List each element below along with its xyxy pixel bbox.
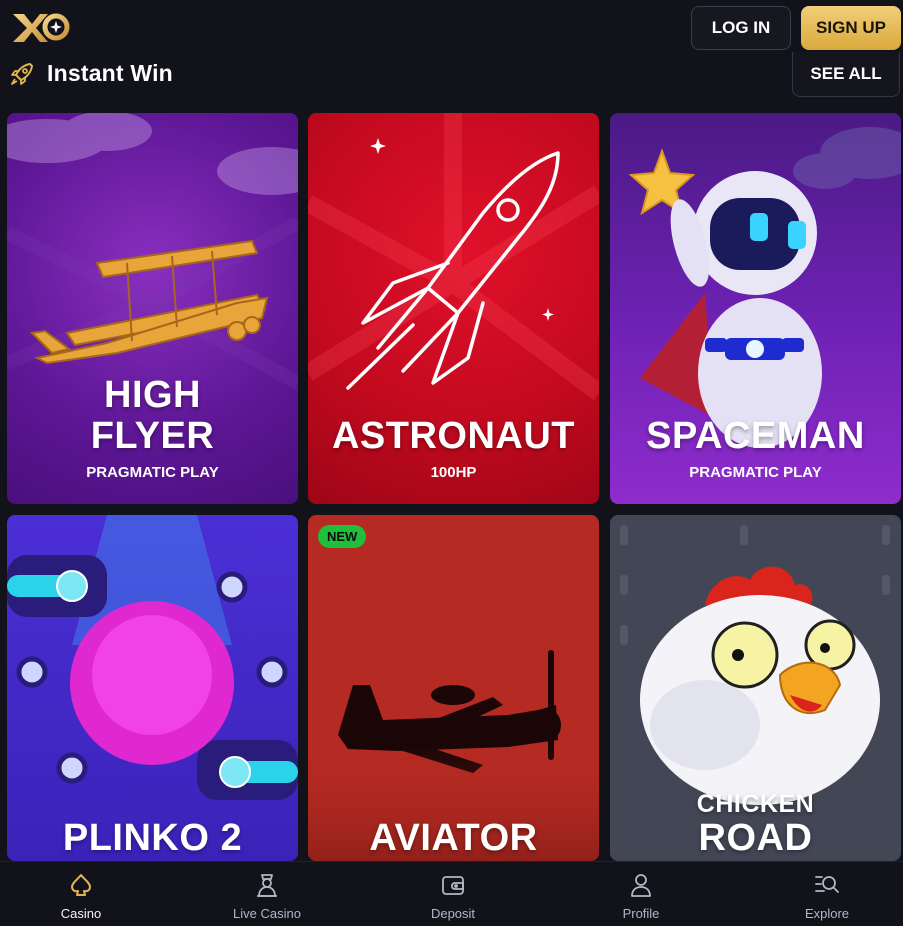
game-card-aviator[interactable]: NEW AVIATOR [308, 515, 599, 861]
log-in-button[interactable]: LOG IN [691, 6, 791, 50]
nav-label: Deposit [430, 906, 476, 921]
section-title: Instant Win [47, 60, 173, 86]
nav-label: Live Casino [233, 906, 301, 921]
rocket-icon [11, 63, 33, 85]
game-title: ASTRONAUT [331, 415, 576, 457]
nav-casino[interactable]: Casino [21, 862, 141, 926]
game-card-astronaut[interactable]: ASTRONAUT 100HP [308, 113, 599, 504]
game-title-line1: CHICKEN [696, 790, 815, 818]
plinko-artwork [7, 515, 298, 800]
nav-explore[interactable]: Explore [767, 862, 887, 926]
game-title: PLINKO 2 [62, 817, 243, 859]
game-card-chicken-road[interactable]: CHICKEN ROAD [610, 515, 901, 861]
xo-logo[interactable] [10, 8, 72, 48]
new-badge: NEW [318, 525, 367, 548]
bottom-nav: Casino Live Casino Deposit Profile Explo… [0, 861, 903, 926]
wallet-icon [442, 876, 464, 895]
game-title: SPACEMAN [646, 415, 865, 457]
dealer-icon [257, 874, 277, 897]
aviator-artwork [308, 650, 599, 861]
top-bar: LOG IN SIGN UP [0, 0, 903, 58]
spade-icon [71, 874, 91, 896]
nav-profile[interactable]: Profile [581, 862, 701, 926]
nav-label: Explore [804, 906, 850, 921]
game-provider: 100HP [430, 464, 477, 481]
profile-icon [631, 874, 651, 897]
section-header: Instant Win SEE ALL [0, 52, 903, 100]
sign-up-button[interactable]: SIGN UP [801, 6, 901, 50]
game-provider: PRAGMATIC PLAY [86, 464, 219, 481]
game-provider: PRAGMATIC PLAY [689, 464, 822, 481]
game-card-plinko-2[interactable]: PLINKO 2 [7, 515, 298, 861]
game-title: AVIATOR [369, 817, 538, 859]
see-all-button[interactable]: SEE ALL [792, 52, 900, 97]
game-title-line2: ROAD [698, 817, 813, 859]
nav-label: Profile [622, 906, 660, 921]
nav-label: Casino [60, 906, 102, 921]
explore-icon [815, 876, 839, 893]
game-title-line1: HIGH [104, 374, 201, 416]
game-card-spaceman[interactable]: SPACEMAN PRAGMATIC PLAY [610, 113, 901, 504]
game-card-high-flyer[interactable]: HIGH FLYER PRAGMATIC PLAY [7, 113, 298, 504]
game-title-line2: FLYER [90, 415, 215, 457]
nav-deposit[interactable]: Deposit [393, 862, 513, 926]
nav-live-casino[interactable]: Live Casino [207, 862, 327, 926]
